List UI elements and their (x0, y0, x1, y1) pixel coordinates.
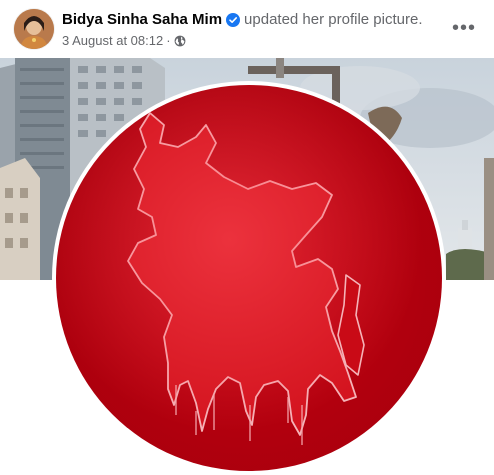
verified-badge-icon (226, 13, 241, 27)
globe-icon[interactable] (174, 35, 186, 47)
avatar[interactable] (14, 9, 54, 49)
bangladesh-map-icon (56, 85, 442, 471)
post-timestamp[interactable]: 3 August at 08:12 (62, 33, 163, 49)
post-header: Bidya Sinha Saha Mim updated her profile… (0, 0, 494, 58)
meta-separator: · (166, 33, 171, 48)
profile-picture[interactable] (56, 85, 442, 471)
author-name[interactable]: Bidya Sinha Saha Mim (62, 11, 222, 29)
avatar-photo (14, 9, 54, 49)
post-action-text: updated her profile picture. (244, 11, 423, 28)
more-options-button[interactable]: ••• (446, 12, 482, 44)
